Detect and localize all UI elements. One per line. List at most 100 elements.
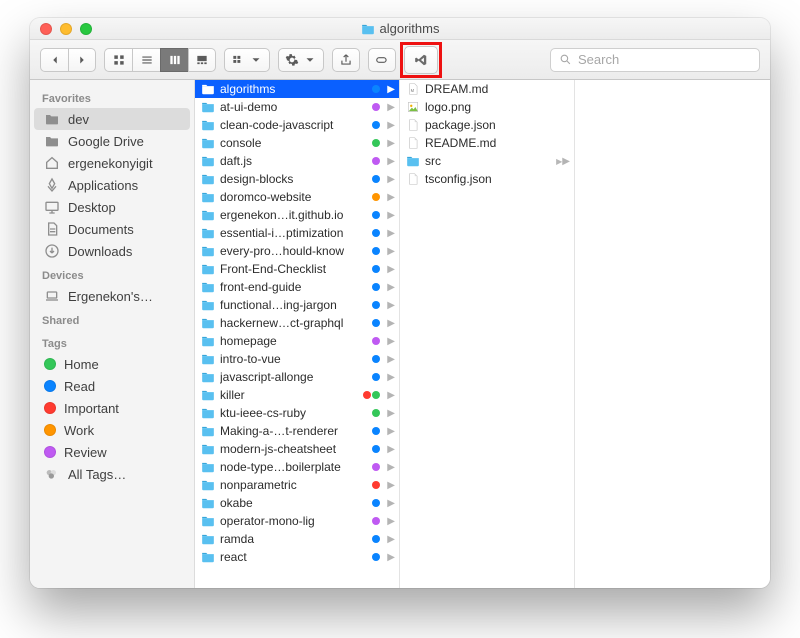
list-item[interactable]: modern-js-cheatsheet▶ xyxy=(195,440,399,458)
list-view-button[interactable] xyxy=(132,48,160,72)
zoom-button[interactable] xyxy=(80,23,92,35)
arrange-button[interactable] xyxy=(224,48,270,72)
sidebar-tag[interactable]: Work xyxy=(30,419,194,441)
tag-dot xyxy=(44,402,56,414)
list-item[interactable]: ktu-ieee-cs-ruby▶ xyxy=(195,404,399,422)
tag-dots xyxy=(372,373,380,381)
disclosure-arrow: ▶ xyxy=(387,318,395,329)
tag-dots xyxy=(372,535,380,543)
folder-icon xyxy=(201,478,215,492)
grid-icon xyxy=(112,53,126,67)
tag-dots xyxy=(372,319,380,327)
list-item[interactable]: nonparametric▶ xyxy=(195,476,399,494)
tag-dot xyxy=(44,358,56,370)
search-field[interactable]: Search xyxy=(550,48,760,72)
columns-icon xyxy=(168,53,182,67)
list-item[interactable]: console▶ xyxy=(195,134,399,152)
minimize-button[interactable] xyxy=(60,23,72,35)
sidebar-item[interactable]: Documents xyxy=(30,218,194,240)
disclosure-arrow: ▶ xyxy=(387,480,395,491)
back-button[interactable] xyxy=(40,48,68,72)
sidebar: Favorites devGoogle DriveergenekonyigitA… xyxy=(30,80,195,588)
list-item[interactable]: clean-code-javascript▶ xyxy=(195,116,399,134)
list-item[interactable]: essential-i…ptimization▶ xyxy=(195,224,399,242)
tag-button[interactable] xyxy=(368,48,396,72)
list-item[interactable]: at-ui-demo▶ xyxy=(195,98,399,116)
column-2[interactable]: MDREAM.mdlogo.pngpackage.jsonREADME.mdsr… xyxy=(400,80,575,588)
list-item[interactable]: front-end-guide▶ xyxy=(195,278,399,296)
list-item[interactable]: Front-End-Checklist▶ xyxy=(195,260,399,278)
folder-icon xyxy=(201,244,215,258)
icon-view-button[interactable] xyxy=(104,48,132,72)
folder-icon xyxy=(201,154,215,168)
sidebar-item[interactable]: dev xyxy=(34,108,190,130)
action-button[interactable] xyxy=(278,48,324,72)
tag-dots xyxy=(372,427,380,435)
tag-dots xyxy=(372,175,380,183)
highlight-annotation xyxy=(400,42,442,78)
list-item[interactable]: ramda▶ xyxy=(195,530,399,548)
gallery-view-button[interactable] xyxy=(188,48,216,72)
list-item[interactable]: homepage▶ xyxy=(195,332,399,350)
sidebar-item[interactable]: Desktop xyxy=(30,196,194,218)
forward-button[interactable] xyxy=(68,48,96,72)
list-item[interactable]: design-blocks▶ xyxy=(195,170,399,188)
sidebar-tag[interactable]: Home xyxy=(30,353,194,375)
chevron-down-icon xyxy=(249,53,263,67)
list-item[interactable]: javascript-allonge▶ xyxy=(195,368,399,386)
tag-dots xyxy=(363,391,380,399)
sidebar-tag[interactable]: Read xyxy=(30,375,194,397)
tag-icon xyxy=(375,53,389,67)
tag-dots xyxy=(372,265,380,273)
folder-icon xyxy=(201,226,215,240)
search-icon xyxy=(559,53,572,66)
list-item[interactable]: hackernew…ct-graphql▶ xyxy=(195,314,399,332)
list-item[interactable]: every-pro…hould-know▶ xyxy=(195,242,399,260)
disclosure-arrow: ▶ xyxy=(387,84,395,95)
sidebar-item[interactable]: Downloads xyxy=(30,240,194,262)
sidebar-tag[interactable]: Important xyxy=(30,397,194,419)
list-item[interactable]: src▶ xyxy=(400,152,574,170)
list-item[interactable]: logo.png xyxy=(400,98,574,116)
tag-dots xyxy=(372,157,380,165)
list-item[interactable]: tsconfig.json xyxy=(400,170,574,188)
disclosure-arrow: ▶ xyxy=(387,498,395,509)
sidebar-item[interactable]: Ergenekon's… xyxy=(30,285,194,307)
list-item[interactable]: react▶ xyxy=(195,548,399,566)
open-in-vscode-button[interactable] xyxy=(404,46,438,74)
list-item[interactable]: doromco-website▶ xyxy=(195,188,399,206)
list-item[interactable]: Making-a-…t-renderer▶ xyxy=(195,422,399,440)
list-item[interactable]: okabe▶ xyxy=(195,494,399,512)
folder-icon xyxy=(201,532,215,546)
list-item[interactable]: algorithms▶ xyxy=(195,80,399,98)
sidebar-tag[interactable]: Review xyxy=(30,441,194,463)
share-button[interactable] xyxy=(332,48,360,72)
sidebar-header-favorites: Favorites xyxy=(30,85,194,108)
list-item[interactable]: MDREAM.md xyxy=(400,80,574,98)
disclosure-arrow: ▶ xyxy=(387,336,395,347)
sidebar-item[interactable]: Applications xyxy=(30,174,194,196)
list-item[interactable]: functional…ing-jargon▶ xyxy=(195,296,399,314)
list-item[interactable]: killer▶ xyxy=(195,386,399,404)
column-view-button[interactable] xyxy=(160,48,188,72)
column-1[interactable]: algorithms▶at-ui-demo▶clean-code-javascr… xyxy=(195,80,400,588)
close-button[interactable] xyxy=(40,23,52,35)
folder-icon xyxy=(201,424,215,438)
tag-dots xyxy=(372,229,380,237)
list-item[interactable]: ergenekon…it.github.io▶ xyxy=(195,206,399,224)
list-item[interactable]: README.md xyxy=(400,134,574,152)
list-item[interactable]: node-type…boilerplate▶ xyxy=(195,458,399,476)
list-item[interactable]: daft.js▶ xyxy=(195,152,399,170)
sidebar-item[interactable]: Google Drive xyxy=(30,130,194,152)
window-title: algorithms xyxy=(30,21,770,36)
list-item[interactable]: operator-mono-lig▶ xyxy=(195,512,399,530)
list-item[interactable]: intro-to-vue▶ xyxy=(195,350,399,368)
tag-dots xyxy=(372,517,380,525)
sidebar-item[interactable]: ergenekonyigit xyxy=(30,152,194,174)
folder-icon xyxy=(201,442,215,456)
folder-icon xyxy=(201,190,215,204)
sidebar-tag[interactable]: All Tags… xyxy=(30,463,194,485)
tag-dot xyxy=(44,380,56,392)
list-item[interactable]: package.json xyxy=(400,116,574,134)
tag-dots xyxy=(372,193,380,201)
